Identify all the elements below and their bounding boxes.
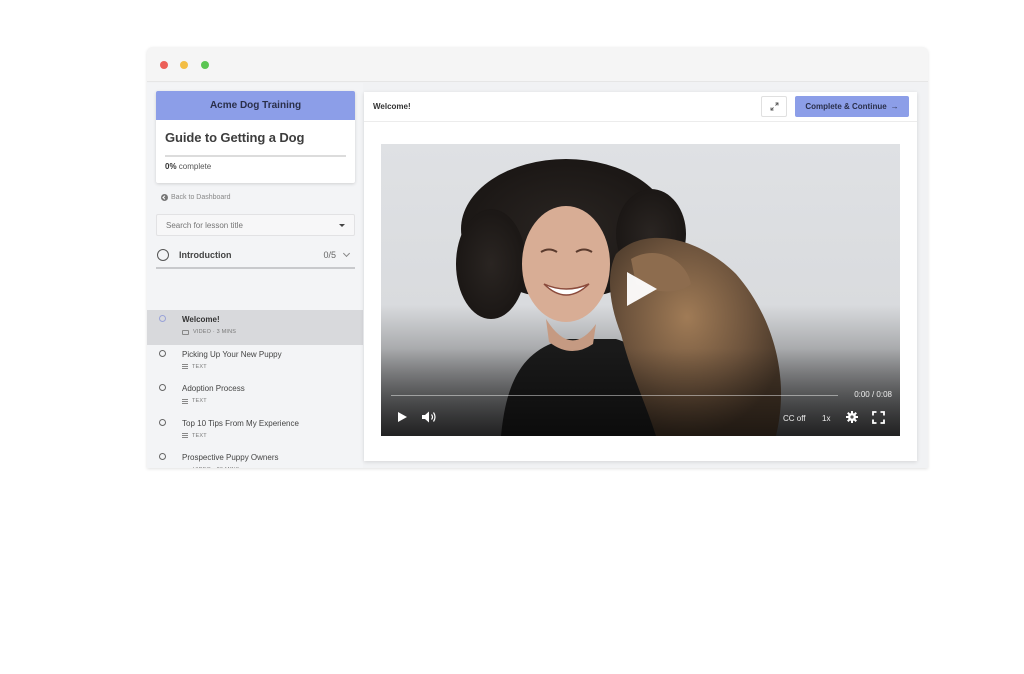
lesson-status-circle-icon[interactable] [159,453,166,460]
captions-button[interactable]: CC off [783,414,806,423]
arrow-right-icon: → [890,102,899,111]
lesson-status-circle-icon[interactable] [159,418,166,426]
back-to-dashboard-link[interactable]: Back to Dashboard [161,194,231,201]
progress-suffix: complete [178,162,212,171]
lesson-meta: VIDEO · 3 MINS [182,329,236,335]
lesson-meta-label: TEXT [192,432,207,439]
settings-gear-icon[interactable] [846,411,858,423]
maximize-window-button[interactable] [201,61,209,69]
lesson-meta-label: VIDEO · 3 MINS [193,329,237,335]
lesson-status-circle-icon[interactable] [159,349,166,357]
lesson-status-circle-icon[interactable] [159,315,166,322]
course-progress-bar [165,155,346,157]
lesson-item[interactable]: Prospective Puppy Owners VIDEO · 20 MINS [147,448,363,468]
video-progress-bar[interactable] [391,395,838,396]
caret-down-icon[interactable] [339,223,345,227]
browser-window: Acme Dog Training Guide to Getting a Dog… [147,47,928,468]
text-icon [182,398,188,404]
lesson-search[interactable] [156,214,355,236]
close-window-button[interactable] [160,61,168,69]
fullscreen-icon[interactable] [872,411,885,424]
lesson-item[interactable]: Adoption Process TEXT [147,379,363,414]
lesson-title: Prospective Puppy Owners [182,453,279,462]
lesson-meta-label: TEXT [192,398,207,404]
minimize-window-button[interactable] [180,61,188,69]
lesson-title: Picking Up Your New Puppy [182,349,282,359]
back-to-dashboard-label: Back to Dashboard [171,194,231,201]
video-icon [182,329,189,335]
section-title: Introduction [179,250,232,260]
lesson-meta: TEXT [182,433,207,439]
course-card: Acme Dog Training Guide to Getting a Dog… [156,91,355,183]
school-name[interactable]: Acme Dog Training [156,91,355,120]
video-icon [182,467,189,468]
lesson-item[interactable]: Picking Up Your New Puppy TEXT [147,345,363,380]
window-titlebar [147,47,928,82]
progress-percent: 0% [165,162,177,171]
course-sidebar: Acme Dog Training Guide to Getting a Dog… [147,83,363,468]
volume-icon[interactable] [421,410,437,424]
lesson-meta-label: TEXT [192,363,207,370]
lesson-search-input[interactable] [166,220,339,230]
lesson-content: Welcome! Complete & Continue → 0:00 / 0:… [364,92,917,461]
text-icon [182,433,188,438]
back-arrow-icon [161,194,168,201]
play-overlay-icon[interactable] [627,272,657,306]
lesson-item[interactable]: Top 10 Tips From My Experience TEXT [147,414,363,449]
lesson-status-circle-icon[interactable] [159,384,166,391]
complete-and-continue-button[interactable]: Complete & Continue → [795,96,909,117]
text-icon [182,364,188,369]
play-icon[interactable] [398,412,407,422]
lesson-meta-label: VIDEO · 20 MINS [193,467,239,468]
progress-text: 0% complete [165,162,211,171]
lesson-meta: TEXT [182,364,207,370]
lesson-header: Welcome! Complete & Continue → [364,92,917,122]
section-status-circle-icon [157,249,169,261]
section-count: 0/5 [323,250,336,260]
expand-view-button[interactable] [761,96,787,117]
section-introduction[interactable]: Introduction 0/5 [156,243,355,269]
lesson-heading: Welcome! [373,102,411,111]
lesson-list: Welcome! VIDEO · 3 MINS Picking Up Your Ne… [147,310,363,468]
lesson-meta: VIDEO · 20 MINS [182,467,239,468]
lesson-meta: TEXT [182,398,207,404]
lesson-title: Welcome! [182,315,220,324]
video-player[interactable]: 0:00 / 0:08 CC off 1x [381,144,900,436]
playback-speed-button[interactable]: 1x [822,414,830,423]
chevron-down-icon[interactable] [342,249,351,258]
course-title: Guide to Getting a Dog [165,130,305,145]
complete-and-continue-label: Complete & Continue [805,102,887,111]
expand-arrows-icon [770,102,778,111]
lesson-item[interactable]: Welcome! VIDEO · 3 MINS [147,310,363,345]
lesson-title: Top 10 Tips From My Experience [182,418,299,428]
lesson-title: Adoption Process [182,384,245,393]
video-timecode: 0:00 / 0:08 [854,390,892,399]
